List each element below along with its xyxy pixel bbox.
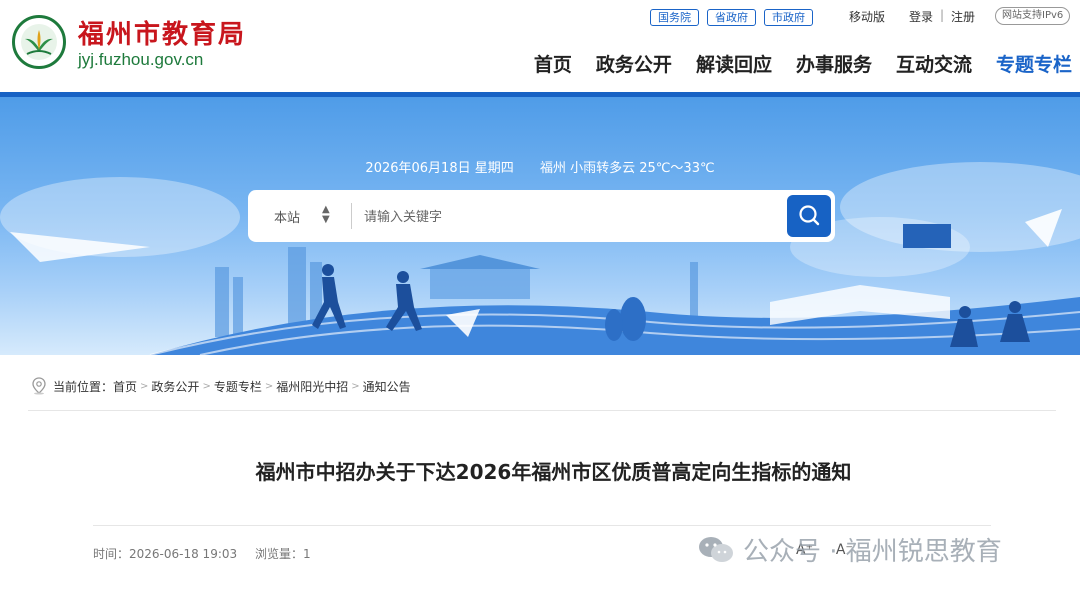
view-count: 浏览量：1: [254, 547, 311, 561]
search-divider: [351, 203, 352, 229]
nav-interaction[interactable]: 互动交流: [896, 50, 972, 77]
search-box: 本站 ▲ ▼: [248, 190, 835, 242]
register-link[interactable]: 注册: [951, 8, 975, 25]
wechat-watermark: 公众号 · 福州锐思教育: [697, 531, 1002, 568]
nav-services[interactable]: 办事服务: [796, 50, 872, 77]
title-divider: [93, 525, 991, 526]
breadcrumb-home[interactable]: 首页: [113, 378, 137, 395]
nav-interpretation[interactable]: 解读回应: [696, 50, 772, 77]
site-header: 福州市教育局 jyj.fuzhou.gov.cn 国务院 省政府 市政府 移动版…: [0, 0, 1080, 92]
site-title[interactable]: 福州市教育局: [78, 14, 246, 51]
date-weather: 2026年06月18日 星期四 福州 小雨转多云 25℃～33℃: [0, 157, 1080, 176]
article-title: 福州市中招办关于下达2026年福州市区优质普高定向生指标的通知: [255, 460, 852, 484]
location-pin-icon: [32, 377, 46, 395]
breadcrumb-special-topics[interactable]: 专题专栏: [214, 378, 262, 395]
nav-gov-affairs[interactable]: 政务公开: [596, 50, 672, 77]
watermark-text: 公众号 · 福州锐思教育: [743, 537, 1002, 567]
site-domain: jyj.fuzhou.gov.cn: [78, 50, 204, 69]
login-link[interactable]: 登录: [909, 8, 933, 25]
breadcrumb-gov-affairs[interactable]: 政务公开: [151, 378, 199, 395]
link-city-gov[interactable]: 市政府: [764, 8, 813, 26]
link-state-council[interactable]: 国务院: [650, 8, 699, 26]
breadcrumb: 当前位置： 首页 > 政务公开 > 专题专栏 > 福州阳光中招 > 通知公告: [31, 377, 411, 395]
ipv6-badge: 网站支持IPv6: [995, 7, 1071, 25]
nav-home[interactable]: 首页: [534, 50, 572, 77]
weather-info: 福州 小雨转多云 25℃～33℃: [540, 161, 715, 176]
main-nav: 首页 政务公开 解读回应 办事服务 互动交流 专题专栏: [510, 50, 1072, 77]
article-container: 当前位置： 首页 > 政务公开 > 专题专栏 > 福州阳光中招 > 通知公告 福州市中招…: [13, 355, 1070, 593]
breadcrumb-label: 当前位置：: [53, 379, 114, 394]
sort-updown-icon[interactable]: ▲ ▼: [322, 205, 330, 225]
breadcrumb-sunshine-exam[interactable]: 福州阳光中招: [276, 378, 348, 395]
article-meta: 时间：2026-06-18 19:03 浏览量：1: [93, 545, 325, 562]
gov-links: 国务院 省政府 市政府: [650, 8, 821, 26]
search-icon: [799, 205, 820, 226]
breadcrumb-divider: [28, 410, 1056, 411]
current-date: 2026年06月18日 星期四: [365, 161, 514, 176]
hero-banner: 2026年06月18日 星期四 福州 小雨转多云 25℃～33℃ 本站 ▲ ▼: [0, 97, 1080, 355]
breadcrumb-notices[interactable]: 通知公告: [363, 378, 411, 395]
link-provincial-gov[interactable]: 省政府: [707, 8, 756, 26]
search-scope-select[interactable]: 本站: [274, 207, 300, 226]
wechat-icon: [699, 536, 733, 562]
mobile-version-link[interactable]: 移动版: [849, 8, 885, 25]
search-button[interactable]: [787, 195, 831, 237]
nav-special-topics[interactable]: 专题专栏: [996, 50, 1072, 77]
search-input[interactable]: [364, 204, 764, 228]
publish-time: 时间：2026-06-18 19:03: [93, 547, 238, 561]
education-bureau-emblem-icon[interactable]: [12, 15, 66, 69]
login-register-divider: |: [940, 8, 945, 22]
